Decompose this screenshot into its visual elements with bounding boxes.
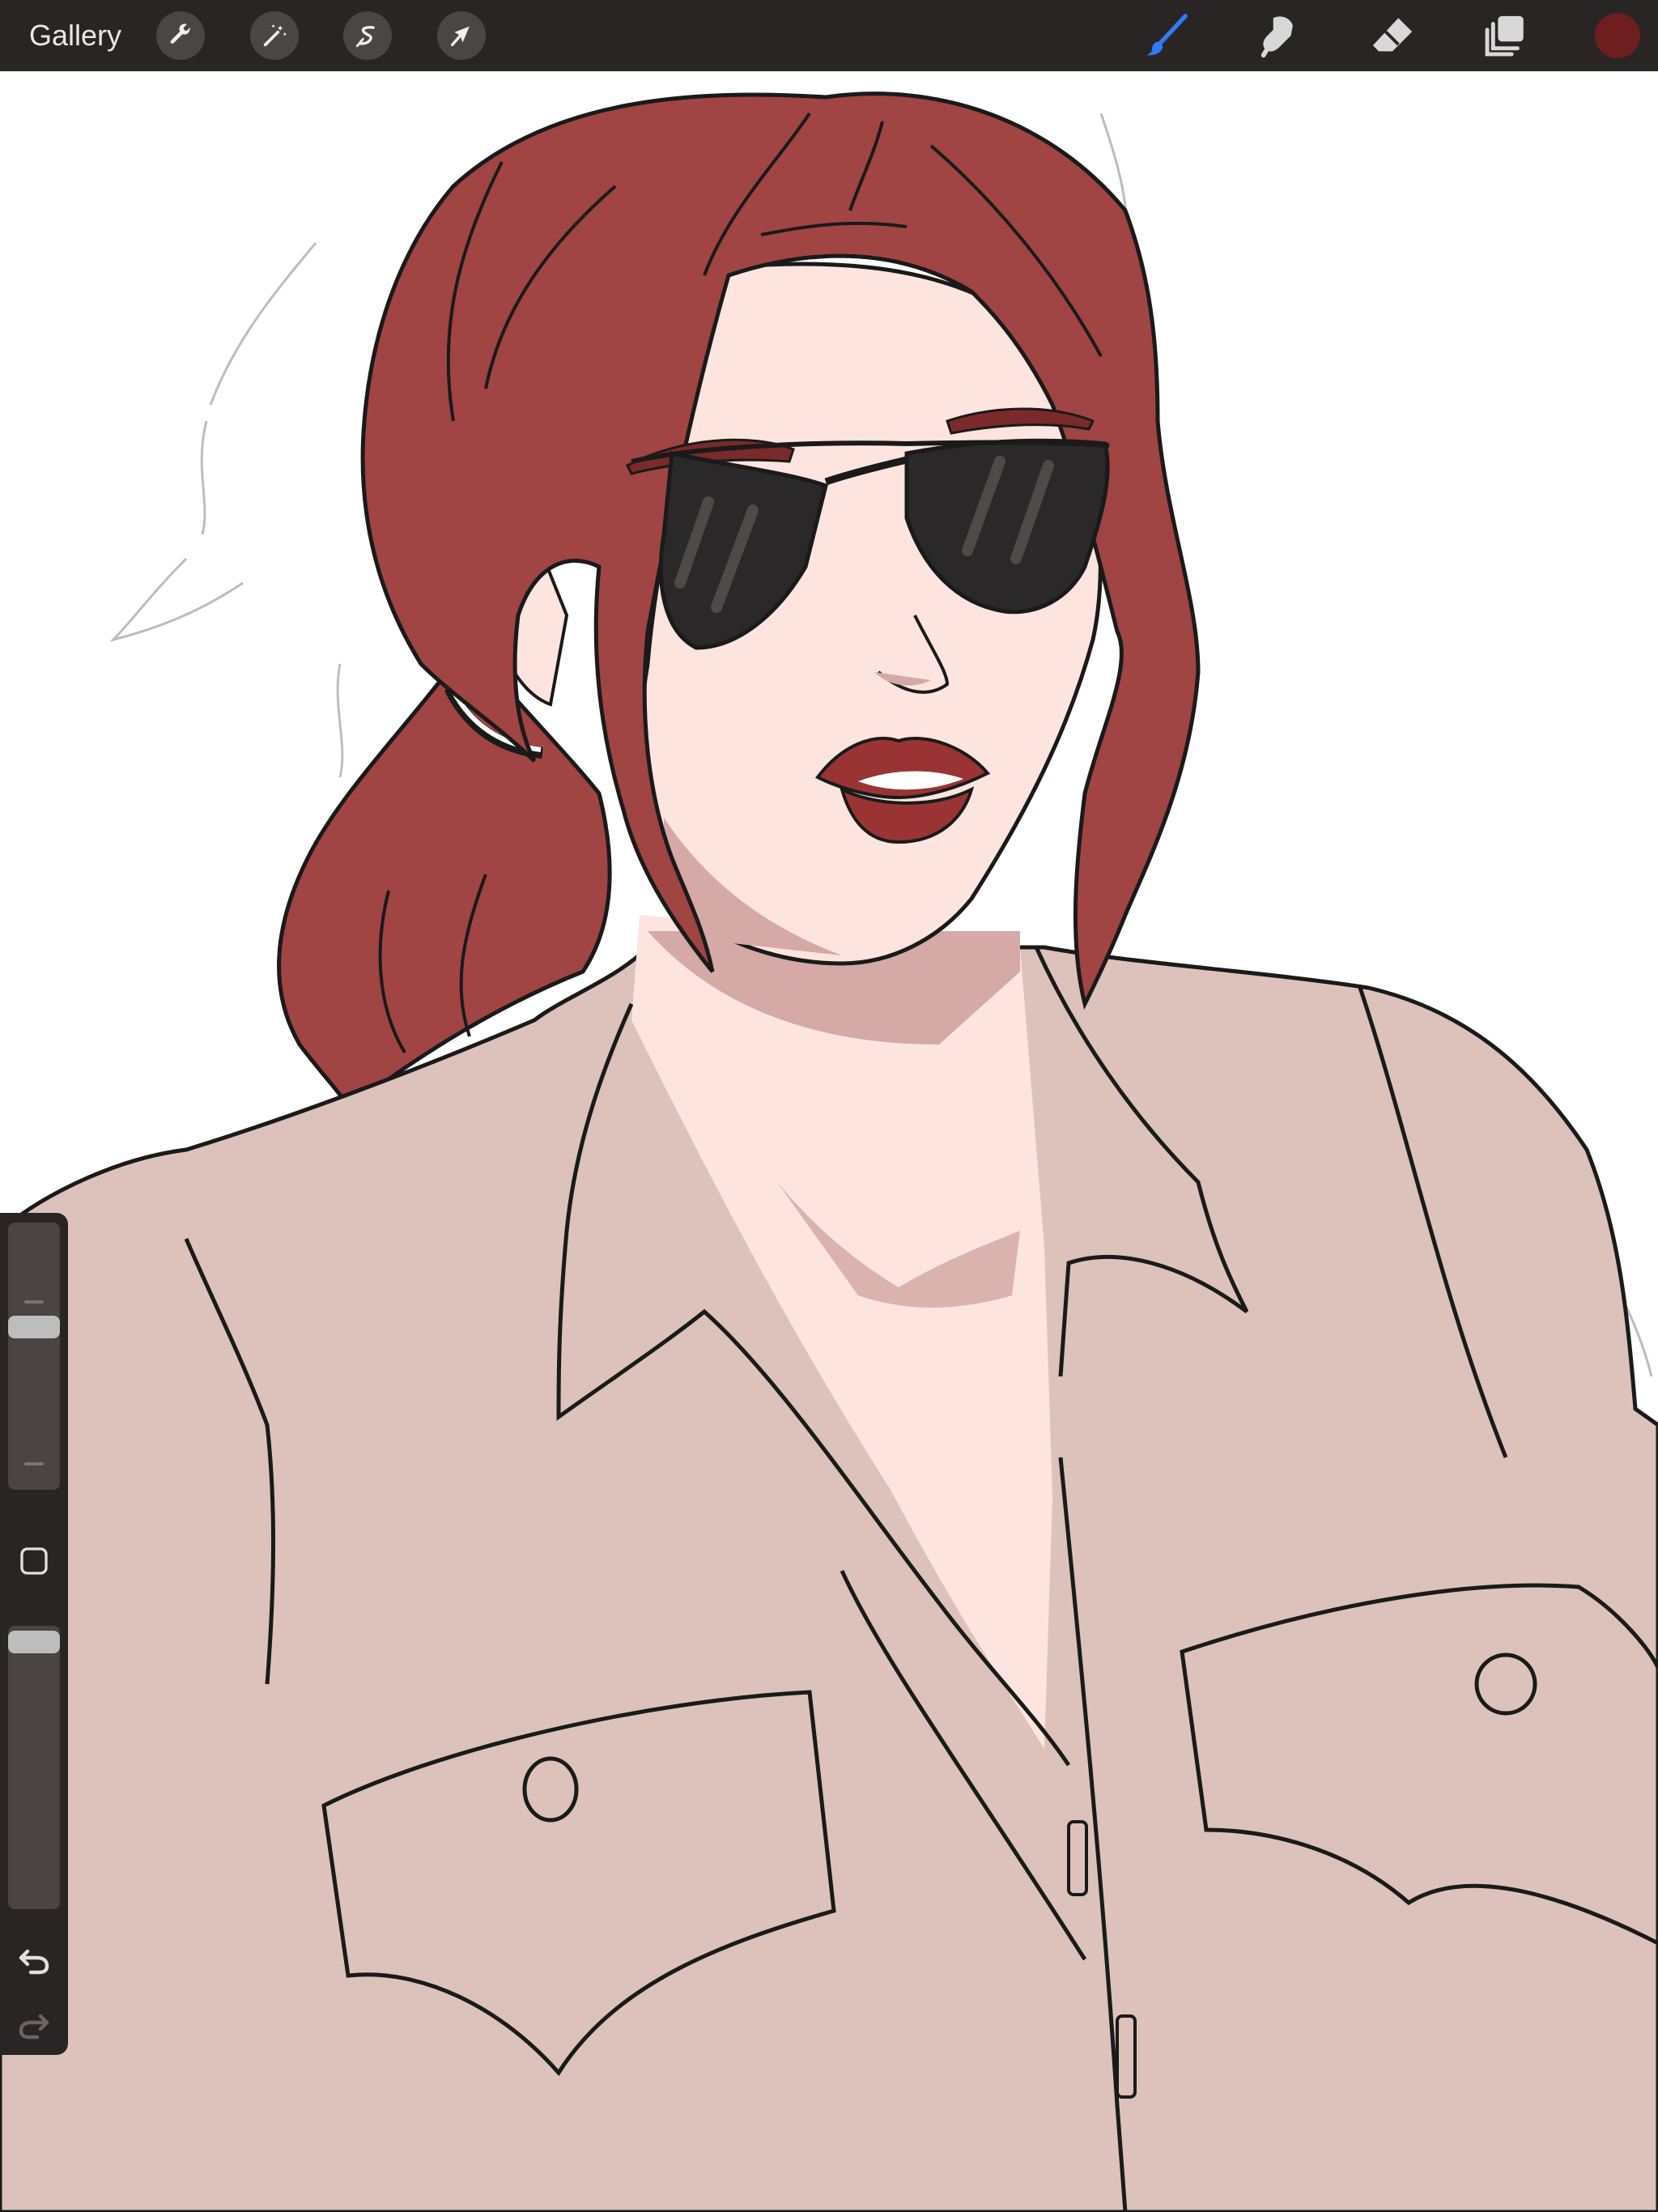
artwork-illustration xyxy=(0,91,1658,2212)
drawing-canvas[interactable] xyxy=(0,71,1658,2212)
brush-icon xyxy=(1146,14,1188,56)
magic-wand-icon xyxy=(263,23,287,47)
eraser-icon xyxy=(1372,18,1413,52)
top-toolbar: Gallery xyxy=(0,0,1658,71)
brush-size-slider[interactable] xyxy=(8,1223,60,1490)
smudge-button[interactable] xyxy=(1252,8,1307,63)
left-sidebar xyxy=(0,1213,68,2055)
adjustments-button[interactable] xyxy=(250,11,299,60)
shirt-button xyxy=(1067,1820,1088,1896)
brush-size-thumb[interactable] xyxy=(8,1316,60,1338)
actions-button[interactable] xyxy=(156,11,205,60)
smudge-icon xyxy=(1261,16,1293,58)
undo-arrow-icon[interactable] xyxy=(15,1942,53,1980)
selection-button[interactable] xyxy=(343,11,392,60)
square-outline-icon[interactable] xyxy=(18,1545,50,1577)
layers-icon xyxy=(1485,15,1524,57)
shirt-button xyxy=(1116,2014,1137,2099)
transform-button[interactable] xyxy=(437,11,486,60)
redo-arrow-icon[interactable] xyxy=(15,2006,53,2045)
arrow-cursor-icon xyxy=(450,26,470,47)
eraser-button[interactable] xyxy=(1365,8,1420,63)
size-tick-mark xyxy=(24,1462,44,1465)
size-tick-mark xyxy=(24,1300,44,1304)
opacity-slider[interactable] xyxy=(8,1626,60,1909)
selection-s-icon xyxy=(355,26,375,48)
procreate-app: Gallery xyxy=(0,0,1658,2212)
paint-brush-button[interactable] xyxy=(1138,8,1193,63)
color-swatch-button[interactable] xyxy=(1595,13,1640,58)
wrench-icon xyxy=(170,23,191,44)
gallery-button[interactable]: Gallery xyxy=(29,15,121,57)
layers-button[interactable] xyxy=(1478,8,1533,63)
opacity-thumb[interactable] xyxy=(8,1631,60,1653)
